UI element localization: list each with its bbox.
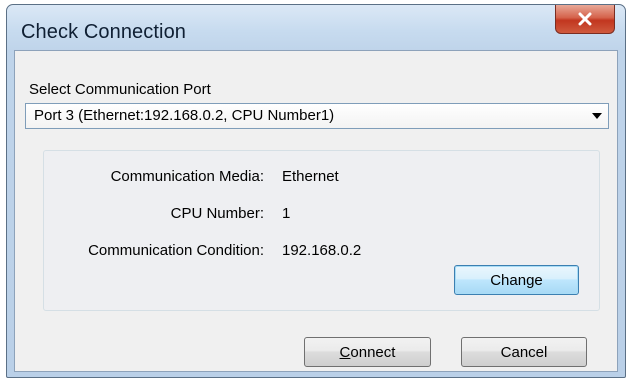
connect-button[interactable]: Connect	[304, 337, 431, 367]
connect-label-rest: onnect	[350, 343, 396, 361]
dialog-title: Check Connection	[21, 21, 187, 43]
dialog-body: Select Communication Port Port 3 (Ethern…	[14, 50, 618, 372]
cpu-number-label: CPU Number:	[170, 205, 264, 222]
media-label: Communication Media:	[110, 168, 264, 185]
connection-info-panel: Communication Media: Ethernet CPU Number…	[43, 150, 600, 311]
communication-port-select[interactable]: Port 3 (Ethernet:192.168.0.2, CPU Number…	[25, 103, 609, 129]
condition-value: 192.168.0.2	[282, 242, 362, 259]
cancel-button[interactable]: Cancel	[461, 337, 587, 367]
port-select-label: Select Communication Port	[29, 81, 211, 98]
connect-mnemonic: C	[339, 343, 351, 361]
cpu-number-value: 1	[282, 205, 291, 222]
close-icon	[578, 12, 592, 26]
condition-label: Communication Condition:	[88, 242, 264, 259]
dropdown-arrow-icon	[592, 113, 602, 119]
port-select-value: Port 3 (Ethernet:192.168.0.2, CPU Number…	[34, 107, 335, 124]
close-button[interactable]	[555, 5, 615, 34]
media-value: Ethernet	[282, 168, 339, 185]
dialog-window: Check Connection Select Communication Po…	[6, 4, 626, 378]
change-button[interactable]: Change	[454, 265, 579, 295]
